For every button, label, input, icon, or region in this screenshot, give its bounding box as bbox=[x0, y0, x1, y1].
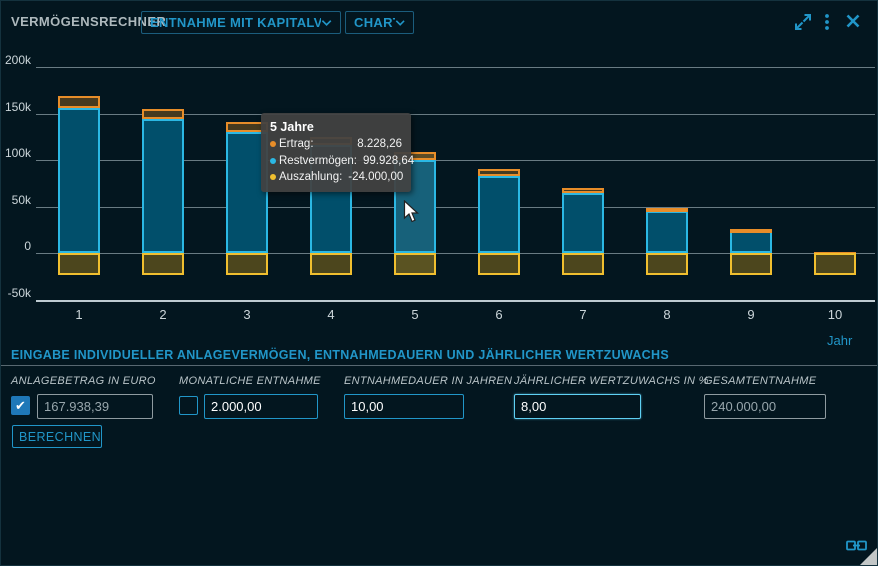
gridline bbox=[36, 67, 875, 68]
x-tick-label: 9 bbox=[731, 307, 771, 322]
y-tick-label: 150k bbox=[1, 100, 31, 114]
y-tick-label: 200k bbox=[1, 53, 31, 67]
input-section-heading: EINGABE INDIVIDUELLER ANLAGEVERMÖGEN, EN… bbox=[11, 348, 669, 362]
y-tick-label: -50k bbox=[1, 286, 31, 300]
section-divider bbox=[1, 365, 878, 366]
bar-segment-rest[interactable] bbox=[58, 108, 100, 253]
x-axis-title: Jahr bbox=[827, 333, 852, 348]
x-tick-label: 5 bbox=[395, 307, 435, 322]
gesamtentnahme-label: GESAMTENTNAHME bbox=[704, 375, 816, 387]
bar-segment-auszahlung[interactable] bbox=[646, 253, 688, 275]
bar-segment-ertrag[interactable] bbox=[646, 208, 688, 212]
x-tick-label: 1 bbox=[59, 307, 99, 322]
x-tick-label: 2 bbox=[143, 307, 183, 322]
x-tick-label: 10 bbox=[815, 307, 855, 322]
vermoegensrechner-panel: VERMÖGENSRECHNER ENTNAHME MIT KAPITALV..… bbox=[0, 0, 878, 566]
tooltip-row-value: 8.228,26 bbox=[351, 136, 402, 153]
bar-segment-auszahlung[interactable] bbox=[310, 253, 352, 275]
gridline bbox=[36, 300, 875, 302]
tooltip-row: Ertrag: 8.228,26 bbox=[270, 136, 402, 153]
x-tick-label: 6 bbox=[479, 307, 519, 322]
gesamtentnahme-input[interactable] bbox=[704, 394, 826, 419]
tooltip-row: Restvermögen:99.928,64 bbox=[270, 153, 402, 170]
anlagebetrag-checkbox[interactable]: ✔ bbox=[11, 396, 30, 415]
y-tick-label: 0 bbox=[1, 239, 31, 253]
series-dot-icon bbox=[270, 158, 276, 164]
entnahmedauer-input[interactable] bbox=[344, 394, 464, 419]
chart-tooltip-rows: Ertrag: 8.228,26Restvermögen:99.928,64Aus… bbox=[270, 136, 402, 186]
y-tick-label: 50k bbox=[1, 193, 31, 207]
x-tick-label: 8 bbox=[647, 307, 687, 322]
tooltip-row-label: Ertrag: bbox=[279, 136, 314, 153]
bar-segment-rest[interactable] bbox=[142, 119, 184, 253]
tooltip-row-label: Auszahlung: bbox=[279, 169, 342, 186]
wertzuwachs-input[interactable] bbox=[514, 394, 641, 419]
anlagebetrag-input[interactable] bbox=[37, 394, 153, 419]
monatliche-entnahme-input[interactable] bbox=[204, 394, 318, 419]
monatliche-entnahme-label: MONATLICHE ENTNAHME bbox=[179, 375, 321, 387]
bar-segment-auszahlung[interactable] bbox=[730, 253, 772, 275]
bar-segment-ertrag[interactable] bbox=[562, 188, 604, 193]
x-tick-label: 7 bbox=[563, 307, 603, 322]
series-dot-icon bbox=[270, 174, 276, 180]
y-tick-label: 100k bbox=[1, 146, 31, 160]
series-dot-icon bbox=[270, 141, 276, 147]
tooltip-title: 5 Jahre bbox=[270, 120, 402, 134]
x-tick-label: 4 bbox=[311, 307, 351, 322]
tooltip-row-value: -24.000,00 bbox=[342, 169, 403, 186]
bar-segment-ertrag[interactable] bbox=[58, 96, 100, 108]
bar-segment-auszahlung[interactable] bbox=[226, 253, 268, 275]
x-tick-label: 3 bbox=[227, 307, 267, 322]
entnahmedauer-label: ENTNAHMEDAUER IN JAHREN bbox=[344, 375, 512, 387]
tooltip-row-label: Restvermögen: bbox=[279, 153, 357, 170]
bar-segment-ertrag[interactable] bbox=[142, 109, 184, 120]
bar-segment-ertrag[interactable] bbox=[478, 169, 520, 175]
bar-segment-rest[interactable] bbox=[562, 193, 604, 253]
tooltip-row: Auszahlung:-24.000,00 bbox=[270, 169, 402, 186]
bar-segment-ertrag[interactable] bbox=[730, 229, 772, 233]
chart-tooltip: 5 Jahre Ertrag: 8.228,26Restvermögen:99.9… bbox=[261, 113, 411, 192]
bar-segment-auszahlung[interactable] bbox=[562, 253, 604, 275]
bar-segment-auszahlung[interactable] bbox=[58, 253, 100, 275]
monatliche-entnahme-checkbox[interactable]: ✔ bbox=[179, 396, 198, 415]
checkmark-icon: ✔ bbox=[15, 399, 26, 412]
bar-segment-auszahlung[interactable] bbox=[394, 253, 436, 275]
berechnen-button[interactable]: BERECHNEN bbox=[12, 425, 102, 448]
chart-area: 200k 150k 100k 50k 0 -50k 1 2 3 4 5 6 7 8 9 10 bbox=[1, 1, 878, 347]
anlagebetrag-label: ANLAGEBETRAG IN EURO bbox=[11, 375, 156, 387]
wertzuwachs-label: JÄHRLICHER WERTZUWACHS IN % bbox=[514, 375, 709, 387]
tooltip-row-value: 99.928,64 bbox=[357, 153, 414, 170]
bar-segment-auszahlung[interactable] bbox=[478, 253, 520, 275]
bar-segment-rest[interactable] bbox=[478, 176, 520, 253]
bar-segment-auszahlung[interactable] bbox=[814, 253, 856, 275]
bar-segment-rest[interactable] bbox=[646, 211, 688, 253]
mouse-cursor bbox=[403, 200, 420, 224]
bar-segment-auszahlung[interactable] bbox=[142, 253, 184, 275]
bar-segment-rest[interactable] bbox=[730, 231, 772, 253]
resize-grip[interactable] bbox=[860, 548, 877, 565]
